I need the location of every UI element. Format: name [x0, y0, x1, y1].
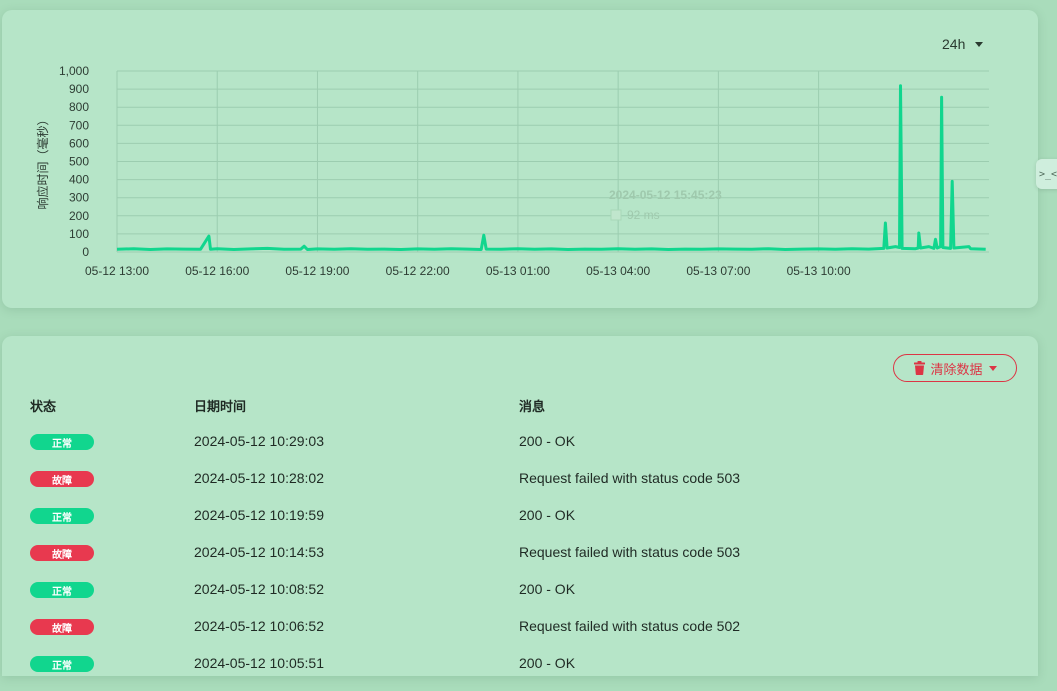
message-cell: 200 - OK	[519, 581, 576, 597]
status-badge: 正常	[30, 508, 94, 524]
date-cell: 2024-05-12 10:06:52	[194, 618, 324, 634]
trash-icon	[914, 361, 926, 375]
y-tick-label: 500	[69, 155, 89, 169]
date-cell: 2024-05-12 10:28:02	[194, 470, 324, 486]
date-cell: 2024-05-12 10:29:03	[194, 433, 324, 449]
heartbeat-list-card: 清除数据 状态 日期时间 消息 正常 2024-05-12 10:29:03 200…	[2, 336, 1038, 676]
chevron-down-icon	[988, 365, 997, 371]
y-tick-label: 400	[69, 173, 89, 187]
date-cell: 2024-05-12 10:14:53	[194, 544, 324, 560]
panel-toggle-icon: >_<	[1038, 168, 1057, 180]
table-row: 正常 2024-05-12 10:05:51 200 - OK	[2, 654, 1038, 691]
message-cell: Request failed with status code 503	[519, 470, 741, 486]
table-row: 正常 2024-05-12 10:08:52 200 - OK	[2, 580, 1038, 617]
tooltip-value: 92 ms	[627, 208, 660, 222]
x-tick-label: 05-12 16:00	[185, 264, 249, 278]
x-tick-label: 05-12 13:00	[85, 264, 149, 278]
status-badge: 故障	[30, 619, 94, 635]
table-row: 故障 2024-05-12 10:28:02 Request failed with…	[2, 469, 1038, 506]
y-tick-label: 0	[82, 245, 89, 259]
table-row: 正常 2024-05-12 10:29:03 200 - OK	[2, 432, 1038, 469]
x-tick-label: 05-12 22:00	[386, 264, 450, 278]
response-time-chart[interactable]: 0 100 200 300 400 500 600 700 800 900 1,000 05-12 1…	[2, 10, 1038, 308]
y-tick-label: 1,000	[59, 64, 89, 78]
status-badge: 正常	[30, 434, 94, 450]
y-tick-label: 100	[69, 227, 89, 241]
message-cell: Request failed with status code 502	[519, 618, 741, 634]
message-cell: Request failed with status code 503	[519, 544, 741, 560]
y-tick-label: 200	[69, 209, 89, 223]
status-badge: 正常	[30, 656, 94, 672]
x-tick-label: 05-13 04:00	[586, 264, 650, 278]
column-header-date: 日期时间	[194, 399, 247, 414]
tooltip-title: 2024-05-12 15:45:23	[609, 188, 722, 202]
status-badge: 故障	[30, 545, 94, 561]
y-axis-label: 响应时间（毫秒）	[35, 113, 50, 209]
date-cell: 2024-05-12 10:08:52	[194, 581, 324, 597]
x-tick-label: 05-13 01:00	[486, 264, 550, 278]
table-row: 故障 2024-05-12 10:14:53 Request failed with…	[2, 543, 1038, 580]
date-cell: 2024-05-12 10:19:59	[194, 507, 324, 523]
y-tick-label: 900	[69, 82, 89, 96]
message-cell: 200 - OK	[519, 655, 576, 671]
column-header-status: 状态	[30, 399, 57, 414]
status-badge: 正常	[30, 582, 94, 598]
x-tick-label: 05-13 07:00	[686, 264, 750, 278]
side-panel-handle[interactable]: >_<	[1036, 159, 1057, 189]
y-tick-label: 300	[69, 191, 89, 205]
status-badge: 故障	[30, 471, 94, 487]
y-tick-label: 700	[69, 118, 89, 132]
clear-data-button[interactable]: 清除数据	[893, 354, 1017, 382]
response-time-line	[116, 84, 986, 251]
table-row: 故障 2024-05-12 10:06:52 Request failed with…	[2, 617, 1038, 654]
date-cell: 2024-05-12 10:05:51	[194, 655, 324, 671]
y-tick-label: 600	[69, 136, 89, 150]
response-time-chart-card: 24h 0 100 200 300 400 500 600 700 800 900 1,000 05-…	[2, 10, 1038, 308]
table-row: 正常 2024-05-12 10:19:59 200 - OK	[2, 506, 1038, 543]
clear-data-label: 清除数据	[930, 361, 983, 377]
y-tick-label: 800	[69, 100, 89, 114]
message-cell: 200 - OK	[519, 507, 576, 523]
tooltip-swatch	[610, 209, 622, 221]
column-header-message: 消息	[519, 399, 546, 414]
x-tick-label: 05-13 10:00	[787, 264, 851, 278]
x-tick-label: 05-12 19:00	[285, 264, 349, 278]
message-cell: 200 - OK	[519, 433, 576, 449]
